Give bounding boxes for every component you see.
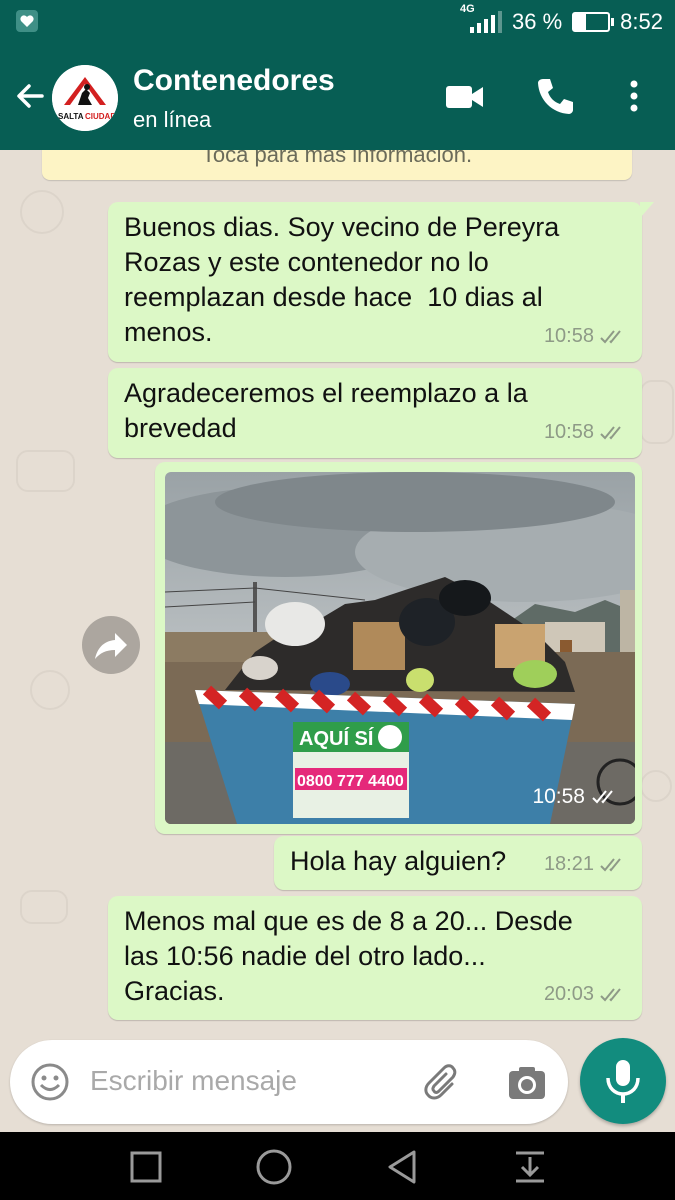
message-bubble[interactable]: Menos mal que es de 8 a 20... Desde las … — [108, 896, 642, 1020]
chat-status: en línea — [133, 107, 212, 132]
message-bubble[interactable]: Agradeceremos el reemplazo a la brevedad… — [108, 368, 642, 458]
message-time: 10:58 — [543, 421, 594, 443]
message-bubble[interactable]: Buenos dias. Soy vecino de Pereyra Rozas… — [108, 202, 654, 362]
status-bar: 4G 36 % 8:52 — [0, 0, 675, 44]
signal-icon: 4G — [460, 3, 503, 33]
notification-pull-icon[interactable] — [510, 1147, 550, 1187]
voice-message-button[interactable] — [580, 1038, 666, 1124]
forward-icon — [95, 633, 127, 659]
video-call-icon[interactable] — [443, 74, 487, 118]
message-bubble[interactable]: Hola hay alguien? 18:21 — [274, 836, 642, 890]
message-time: 10:58 — [532, 785, 585, 808]
double-check-icon — [600, 329, 621, 343]
back-arrow-icon[interactable] — [12, 78, 48, 114]
camera-icon[interactable] — [506, 1062, 548, 1104]
message-time: 18:21 — [543, 853, 594, 875]
message-time: 20:03 — [543, 983, 594, 1005]
system-nav-bar — [0, 1132, 675, 1200]
double-check-icon — [600, 425, 621, 439]
sign-brand-text: AQUÍ SÍ — [299, 727, 374, 750]
avatar-logo-text-left: SALTA — [58, 112, 84, 121]
bubble-tail — [640, 202, 654, 218]
chat-area[interactable]: Toca para más información. Buenos dias. … — [0, 150, 675, 1132]
battery-icon — [572, 12, 615, 32]
image-thumbnail[interactable]: AQUÍ SÍ 0800 777 4400 10:58 — [165, 472, 635, 824]
double-check-icon — [600, 857, 621, 871]
chat-title[interactable]: Contenedores — [133, 64, 335, 98]
message-text: Agradeceremos el reemplazo a la brevedad — [124, 378, 528, 443]
back-nav-icon[interactable] — [382, 1147, 422, 1187]
health-app-icon — [16, 10, 38, 32]
phone-call-icon[interactable] — [533, 74, 577, 118]
encryption-notice[interactable]: Toca para más información. — [42, 150, 632, 180]
clock: 8:52 — [620, 9, 663, 34]
avatar[interactable]: SALTA CIUDAD — [52, 65, 118, 131]
double-check-icon — [592, 789, 613, 803]
message-input[interactable]: Escribir mensaje — [90, 1065, 297, 1097]
message-text: Buenos dias. Soy vecino de Pereyra Rozas… — [124, 212, 560, 347]
more-options-icon[interactable] — [612, 74, 656, 118]
image-message[interactable]: AQUÍ SÍ 0800 777 4400 10:58 — [155, 462, 642, 834]
sign-phone-text: 0800 777 4400 — [297, 773, 404, 790]
microphone-icon — [606, 1060, 640, 1103]
recent-apps-icon[interactable] — [128, 1149, 164, 1185]
chat-header: SALTA CIUDAD Contenedores en línea — [0, 44, 675, 150]
message-text: Menos mal que es de 8 a 20... Desde las … — [124, 906, 573, 1006]
double-check-icon — [600, 987, 621, 1001]
message-text: Hola hay alguien? — [290, 846, 507, 876]
forward-button[interactable] — [82, 616, 140, 674]
message-composer: Escribir mensaje — [10, 1040, 568, 1124]
home-icon[interactable] — [254, 1147, 294, 1187]
attach-icon[interactable] — [422, 1062, 464, 1104]
avatar-logo-text-right: CIUDAD — [85, 112, 116, 121]
battery-percent: 36 % — [512, 9, 563, 34]
emoji-icon[interactable] — [30, 1062, 70, 1102]
message-time: 10:58 — [543, 325, 594, 347]
